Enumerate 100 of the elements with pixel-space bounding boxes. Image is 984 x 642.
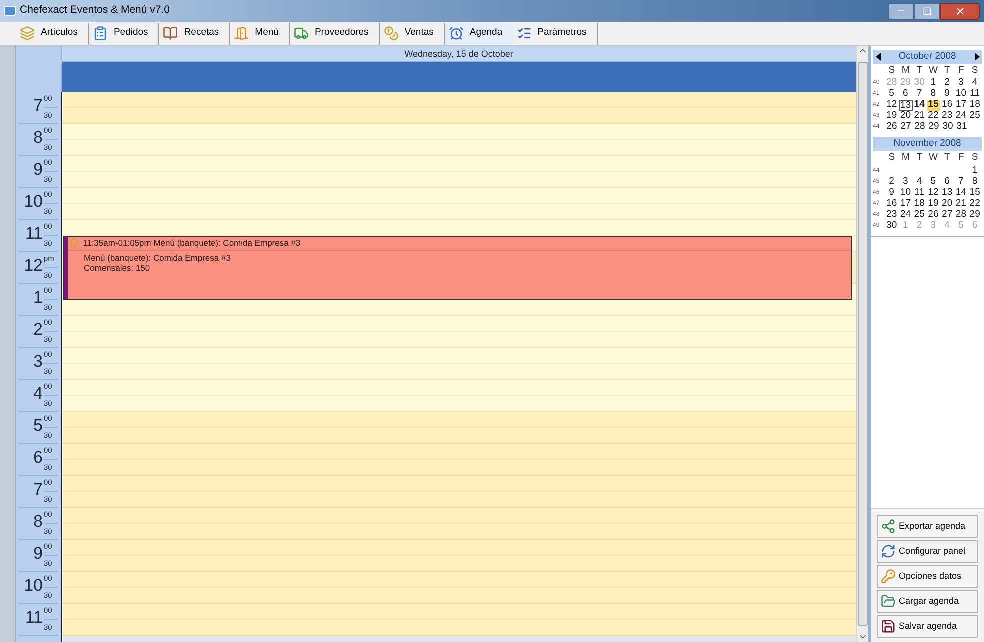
- time-slot[interactable]: [63, 396, 856, 412]
- calendar-day[interactable]: 11: [968, 89, 982, 100]
- calendar-day[interactable]: 26: [885, 122, 899, 134]
- time-slot[interactable]: [63, 620, 856, 636]
- time-slot[interactable]: [63, 156, 856, 172]
- calendar-day[interactable]: 19: [926, 198, 940, 210]
- calendar-day[interactable]: 6: [898, 89, 913, 100]
- calendar-day[interactable]: 1: [968, 166, 982, 176]
- calendar-day[interactable]: 1: [926, 78, 940, 90]
- time-slot[interactable]: [63, 508, 856, 524]
- calendar-day[interactable]: 16: [940, 100, 954, 112]
- action-button[interactable]: Salvar agenda: [877, 615, 978, 638]
- time-slot[interactable]: [63, 140, 856, 156]
- toolbar-tab[interactable]: Parámetros: [512, 22, 598, 44]
- time-slot[interactable]: [63, 220, 856, 236]
- time-slot[interactable]: [63, 108, 856, 124]
- time-slot[interactable]: [63, 556, 856, 572]
- calendar-day[interactable]: 19: [884, 111, 899, 122]
- calendar-day[interactable]: 14: [912, 100, 927, 112]
- calendar-day[interactable]: 5: [926, 176, 940, 188]
- close-button[interactable]: [940, 2, 980, 20]
- calendar-day[interactable]: 27: [899, 122, 913, 134]
- action-button[interactable]: Opciones datos: [877, 565, 978, 588]
- calendar-day[interactable]: 27: [940, 210, 954, 220]
- calendar-day[interactable]: 18: [968, 100, 982, 112]
- time-slot[interactable]: [63, 524, 856, 540]
- calendar-day[interactable]: 31: [955, 122, 969, 134]
- calendar-day[interactable]: 15: [968, 188, 982, 198]
- calendar-day[interactable]: 20: [898, 111, 913, 122]
- time-slot[interactable]: [63, 332, 856, 348]
- toolbar-tab[interactable]: Artículos: [16, 22, 89, 44]
- calendar-day[interactable]: 21: [912, 111, 927, 122]
- calendar-day[interactable]: 13: [940, 188, 954, 198]
- toolbar-tab[interactable]: Agenda: [444, 22, 513, 44]
- time-slot[interactable]: [63, 188, 856, 204]
- minimize-button[interactable]: [888, 2, 914, 20]
- action-button[interactable]: Configurar panel: [877, 540, 978, 563]
- calendar-day[interactable]: 8: [968, 176, 982, 188]
- time-slot[interactable]: [63, 444, 856, 460]
- calendar-day[interactable]: 8: [926, 89, 940, 100]
- toolbar-tab[interactable]: Menú: [230, 22, 290, 44]
- time-slot[interactable]: [63, 380, 856, 396]
- calendar-day[interactable]: 13: [898, 100, 913, 112]
- calendar-day[interactable]: 29: [968, 210, 982, 220]
- time-slot[interactable]: [63, 412, 856, 428]
- next-month-icon[interactable]: [974, 53, 980, 61]
- calendar-day[interactable]: 18: [912, 198, 927, 210]
- calendar-day[interactable]: 25: [912, 210, 927, 220]
- calendar-day[interactable]: 7: [912, 89, 927, 100]
- calendar-day[interactable]: 7: [954, 176, 968, 188]
- time-slot[interactable]: [63, 492, 856, 508]
- calendar-day[interactable]: 28: [913, 122, 927, 134]
- calendar-day[interactable]: 16: [884, 198, 899, 210]
- calendar-day[interactable]: 26: [926, 210, 940, 220]
- calendar-day[interactable]: 21: [954, 198, 968, 210]
- time-slot[interactable]: [63, 204, 856, 220]
- calendar-day[interactable]: 17: [898, 198, 913, 210]
- event-card[interactable]: 11:35am-01:05pm Menú (banquete): Comida Empresa #3 Menú (banquete): Comida Empresa #3 Comensales: 150: [63, 236, 852, 300]
- time-slot[interactable]: [63, 460, 856, 476]
- time-slot[interactable]: [63, 588, 856, 604]
- calendar-day[interactable]: 15: [926, 100, 940, 112]
- time-slot[interactable]: [63, 92, 856, 108]
- calendar-day[interactable]: 9: [940, 89, 954, 100]
- calendar-day[interactable]: 4: [912, 176, 927, 188]
- calendar-day[interactable]: 3: [898, 176, 913, 188]
- calendar-day[interactable]: 25: [968, 111, 982, 122]
- time-slot[interactable]: [63, 348, 856, 364]
- calendar-day[interactable]: 22: [926, 111, 940, 122]
- time-slot[interactable]: [63, 124, 856, 140]
- calendar-day[interactable]: 20: [940, 198, 954, 210]
- calendar-day[interactable]: 10: [898, 188, 913, 198]
- calendar-day[interactable]: 4: [968, 78, 982, 90]
- time-slot[interactable]: [63, 172, 856, 188]
- action-button[interactable]: Exportar agenda: [877, 515, 978, 538]
- calendar-day[interactable]: 29: [927, 122, 941, 134]
- calendar-day[interactable]: 30: [941, 122, 955, 134]
- calendar-day[interactable]: 3: [954, 78, 968, 90]
- calendar-day[interactable]: 17: [954, 100, 968, 112]
- calendar-day[interactable]: 14: [954, 188, 968, 198]
- toolbar-tab[interactable]: Recetas: [159, 22, 230, 44]
- calendar-day[interactable]: 24: [898, 210, 913, 220]
- calendar-day[interactable]: 6: [940, 176, 954, 188]
- calendar-day[interactable]: 2: [940, 78, 954, 90]
- scroll-thumb[interactable]: [858, 62, 868, 626]
- calendar-day[interactable]: 22: [968, 198, 982, 210]
- time-slot[interactable]: [63, 364, 856, 380]
- calendar-day[interactable]: 2: [884, 176, 899, 188]
- time-slot[interactable]: [63, 540, 856, 556]
- action-button[interactable]: Cargar agenda: [877, 590, 978, 613]
- time-slot[interactable]: [63, 428, 856, 444]
- previous-month-icon[interactable]: [876, 53, 880, 61]
- calendar-day[interactable]: 9: [884, 188, 899, 198]
- toolbar-tab[interactable]: Pedidos: [88, 22, 160, 44]
- toolbar-tab[interactable]: Proveedores: [290, 22, 380, 44]
- maximize-button[interactable]: [914, 2, 940, 20]
- calendar-day[interactable]: 30: [884, 220, 899, 232]
- calendar-day[interactable]: 11: [912, 188, 927, 198]
- calendar-day[interactable]: 28: [954, 210, 968, 220]
- calendar-day[interactable]: 23: [940, 111, 954, 122]
- calendar-day[interactable]: 12: [884, 100, 899, 112]
